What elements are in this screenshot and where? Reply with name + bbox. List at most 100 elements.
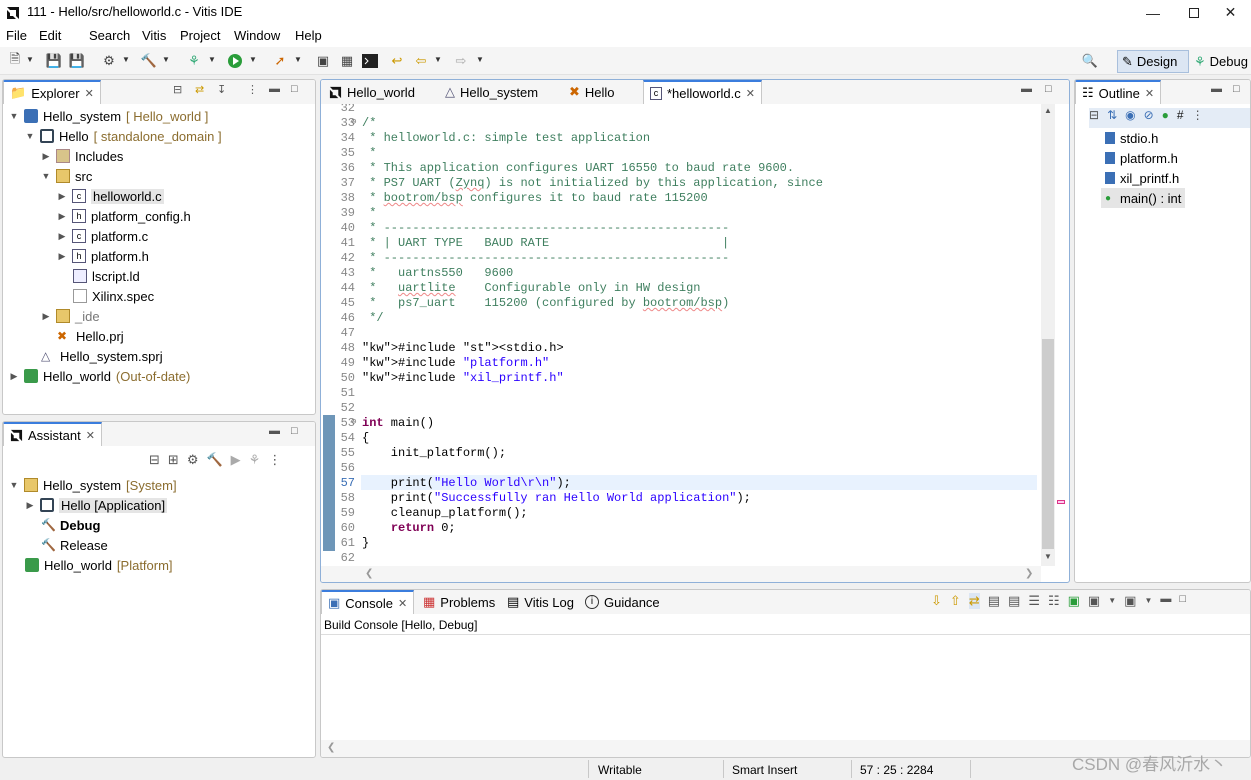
tree-item[interactable]: ▼ Hello_system [System] — [9, 475, 177, 495]
outline-item[interactable]: stdio.h — [1105, 128, 1158, 148]
design-perspective-button[interactable]: ✎ Design — [1117, 50, 1189, 73]
tab-guidance[interactable]: i Guidance — [579, 590, 666, 614]
chevron-right-icon[interactable]: ▶ — [57, 211, 67, 222]
debug-bug-icon[interactable]: ⚘ — [249, 452, 261, 470]
link-editor-icon[interactable]: ⇄ — [195, 83, 204, 96]
display-console-icon[interactable]: ▣ — [1088, 593, 1100, 609]
menu-search[interactable]: Search — [89, 28, 130, 43]
run-icon[interactable]: ▶ — [231, 452, 241, 470]
tab-explorer[interactable]: 📁 Explorer ✕ — [3, 80, 101, 104]
chevron-down-icon[interactable]: ▼ — [25, 131, 35, 141]
chevron-right-icon[interactable]: ▶ — [57, 231, 67, 242]
console-output[interactable] — [321, 634, 1250, 739]
minimize-view-icon[interactable]: ▬ — [1160, 593, 1171, 609]
close-icon[interactable]: ✕ — [398, 597, 407, 610]
chevron-right-icon[interactable]: ▶ — [57, 191, 67, 202]
menu-file[interactable]: File — [6, 28, 27, 43]
chevron-down-icon[interactable]: ▼ — [208, 55, 216, 64]
tab-problems[interactable]: ▦ Problems — [417, 590, 501, 614]
tree-item[interactable]: ✖ Hello.prj — [57, 326, 124, 346]
chevron-right-icon[interactable]: ❯ — [1025, 568, 1033, 579]
tab-hello-system[interactable]: △ Hello_system — [439, 80, 544, 104]
expand-all-icon[interactable]: ⊞ — [168, 452, 179, 470]
tab-assistant[interactable]: Assistant ✕ — [3, 422, 102, 446]
arrow-down-icon[interactable]: ⇩ — [931, 593, 942, 609]
link-icon[interactable]: ⇄ — [968, 593, 980, 609]
tree-item[interactable]: ▼ Hello[ standalone_domain ] — [25, 126, 222, 146]
program-device-icon[interactable]: ➚ — [271, 52, 289, 70]
last-edit-icon[interactable]: ↩ — [388, 52, 406, 70]
gear-icon[interactable]: ⚙ — [187, 452, 199, 470]
tree-item[interactable]: ▶ Includes — [41, 146, 124, 166]
minimize-view-icon[interactable]: ▬ — [269, 83, 280, 95]
tree-item[interactable]: Hello_world [Platform] — [25, 555, 173, 575]
arrow-up-icon[interactable]: ⇧ — [950, 593, 961, 609]
maximize-view-icon[interactable]: □ — [1045, 83, 1052, 95]
hide-fields-icon[interactable]: ◉ — [1125, 108, 1135, 128]
chevron-right-icon[interactable]: ▶ — [57, 251, 67, 262]
tab-hello-world[interactable]: Hello_world — [323, 80, 421, 104]
collapse-all-icon[interactable]: ⊟ — [149, 452, 160, 470]
tree-item[interactable]: ▼ src — [41, 166, 93, 186]
chevron-down-icon[interactable]: ▼ — [294, 55, 302, 64]
tree-item[interactable]: ▶ h platform.h — [57, 246, 149, 266]
close-icon[interactable]: ✕ — [86, 429, 95, 442]
vertical-scrollbar[interactable]: ▲ ▼ — [1041, 104, 1055, 566]
outline-item[interactable]: ● main() : int — [1101, 188, 1186, 208]
tree-item[interactable]: ▼ Hello_system[ Hello_world ] — [9, 106, 209, 126]
back-icon[interactable]: ⇦ — [412, 52, 430, 70]
minimize-view-icon[interactable]: ▬ — [1021, 83, 1032, 95]
window-icon[interactable]: ▣ — [314, 52, 332, 70]
close-icon[interactable]: ✕ — [85, 87, 94, 100]
hide-nonpublic-icon[interactable]: ● — [1162, 108, 1169, 128]
menu-vitis[interactable]: Vitis — [142, 28, 166, 43]
overview-marker[interactable] — [1057, 500, 1065, 504]
connect-icon[interactable]: ▦ — [338, 52, 356, 70]
debug-perspective-button[interactable]: ⚘ Debug — [1190, 50, 1251, 73]
collapse-all-icon[interactable]: ⊟ — [1089, 108, 1099, 128]
chevron-down-icon[interactable]: ▼ — [41, 171, 51, 181]
hammer-icon[interactable]: 🔨 — [206, 452, 222, 470]
save-icon[interactable]: 💾 — [45, 52, 63, 70]
tree-item[interactable]: Xilinx.spec — [73, 286, 154, 306]
scroll-lock-icon[interactable]: ▤ — [988, 593, 1000, 609]
menu-help[interactable]: Help — [295, 28, 322, 43]
tab-vitis-log[interactable]: ▤ Vitis Log — [501, 590, 580, 614]
collapse-all-icon[interactable]: ⊟ — [173, 83, 182, 96]
fold-toggle-icon[interactable]: ⊖ — [351, 417, 356, 427]
horizontal-scrollbar[interactable]: ❮ ❯ — [321, 566, 1041, 582]
tree-item[interactable]: 🔨 Debug — [41, 515, 100, 535]
chevron-up-icon[interactable]: ▲ — [1044, 106, 1052, 115]
chevron-down-icon[interactable]: ▼ — [9, 111, 19, 121]
clear-console-icon[interactable]: ☷ — [1048, 593, 1060, 609]
tree-item[interactable]: 🔨 Release — [41, 535, 108, 555]
view-menu-icon[interactable]: ⋮ — [1192, 108, 1204, 128]
new-icon[interactable]: 🗎 — [6, 51, 24, 70]
search-icon[interactable]: 🔍 — [1081, 52, 1099, 70]
chevron-down-icon[interactable]: ▼ — [476, 55, 484, 64]
outline-item[interactable]: platform.h — [1105, 148, 1178, 168]
menu-window[interactable]: Window — [234, 28, 280, 43]
tree-item[interactable]: ▶ Hello_world (Out-of-date) — [9, 366, 191, 386]
chevron-down-icon[interactable]: ▼ — [122, 55, 130, 64]
import-icon[interactable]: ↧ — [217, 83, 226, 96]
chevron-right-icon[interactable]: ▶ — [41, 311, 51, 322]
save-all-icon[interactable]: 💾 — [68, 52, 86, 70]
scroll-thumb[interactable] — [1042, 339, 1054, 549]
chevron-down-icon[interactable]: ▼ — [9, 480, 19, 490]
build-target-icon[interactable]: ⚙ — [100, 52, 118, 70]
chevron-down-icon[interactable]: ▼ — [1044, 552, 1052, 561]
chevron-left-icon[interactable]: ❮ — [365, 568, 373, 579]
tab-helloworld-c[interactable]: c *helloworld.c ✕ — [643, 80, 762, 104]
chevron-down-icon[interactable]: ▼ — [26, 55, 34, 64]
run-icon[interactable] — [226, 52, 244, 70]
tree-item[interactable]: ▶ c helloworld.c — [57, 186, 164, 206]
hammer-icon[interactable]: 🔨 — [140, 52, 158, 70]
terminal-icon[interactable] — [361, 52, 379, 70]
chevron-down-icon[interactable]: ▼ — [162, 55, 170, 64]
chevron-right-icon[interactable]: ▶ — [25, 500, 35, 511]
menu-edit[interactable]: Edit — [39, 28, 61, 43]
view-menu-icon[interactable]: ⋮ — [247, 83, 258, 96]
tree-item[interactable]: △ Hello_system.sprj — [41, 346, 163, 366]
code-editor[interactable]: 32 33 ⊖/* 34 * helloworld.c: simple test ap… — [321, 104, 1041, 566]
